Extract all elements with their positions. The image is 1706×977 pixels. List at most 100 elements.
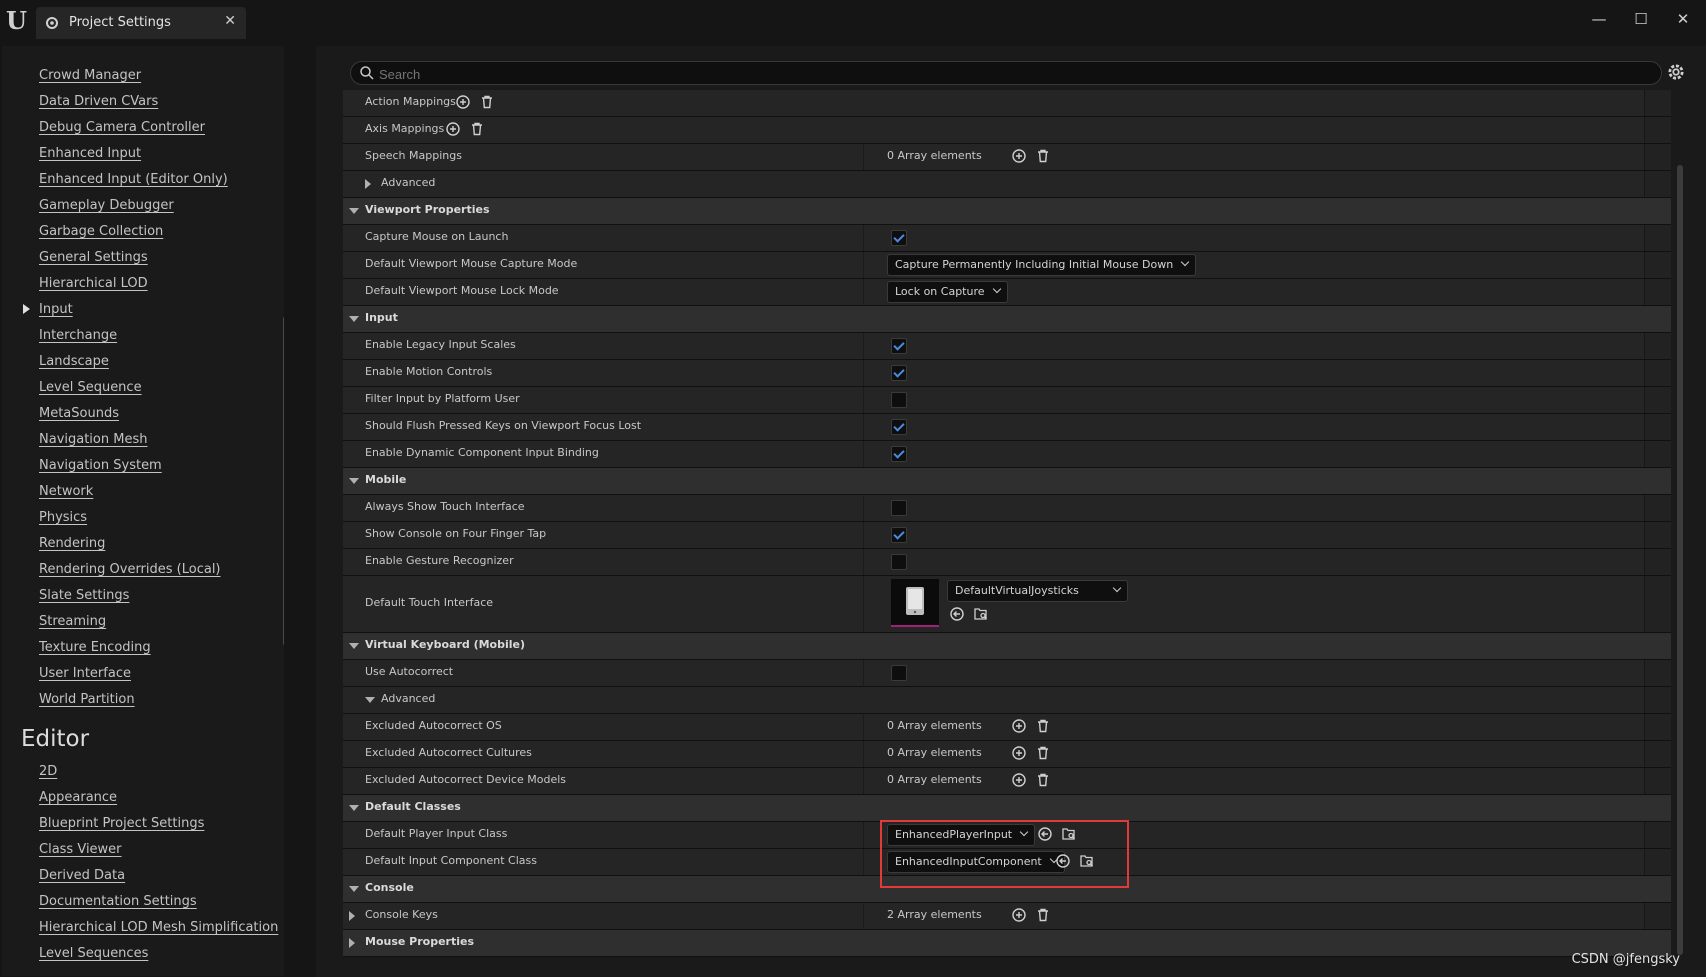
category-virtual-keyboard[interactable]: Virtual Keyboard (Mobile) (343, 633, 1671, 660)
sidebar-item-appearance[interactable]: Appearance (39, 790, 117, 805)
column-divider[interactable] (863, 144, 864, 170)
minimize-icon[interactable]: — (1584, 10, 1614, 32)
browse-class-icon[interactable] (1079, 853, 1095, 869)
tab-project-settings[interactable]: Project Settings ✕ (36, 7, 246, 39)
column-divider[interactable] (863, 741, 864, 767)
maximize-icon[interactable]: ☐ (1626, 10, 1656, 32)
sidebar-item-level-sequence[interactable]: Level Sequence (39, 380, 142, 395)
input-component-class-dropdown[interactable]: EnhancedInputComponent (887, 851, 1065, 873)
add-icon[interactable] (445, 121, 461, 137)
details-scrollbar[interactable] (1677, 165, 1683, 955)
sidebar-item-rendering-overrides-local[interactable]: Rendering Overrides (Local) (39, 562, 221, 577)
sidebar-item-slate-settings[interactable]: Slate Settings (39, 588, 129, 603)
gear-icon[interactable] (1665, 61, 1687, 83)
sidebar-item-class-viewer[interactable]: Class Viewer (39, 842, 122, 857)
column-divider[interactable] (863, 333, 864, 359)
sidebar-item-network[interactable]: Network (39, 484, 93, 499)
sidebar-item-world-partition[interactable]: World Partition (39, 692, 135, 707)
search-input[interactable] (377, 62, 1651, 86)
column-divider[interactable] (863, 576, 864, 632)
sidebar-item-gameplay-debugger[interactable]: Gameplay Debugger (39, 198, 174, 213)
column-divider[interactable] (863, 903, 864, 929)
sidebar-item-crowd-manager[interactable]: Crowd Manager (39, 68, 141, 83)
add-icon[interactable] (1011, 718, 1027, 734)
checkbox[interactable] (891, 527, 907, 543)
sidebar-item-data-driven-cvars[interactable]: Data Driven CVars (39, 94, 158, 109)
lock-mode-dropdown[interactable]: Lock on Capture (887, 281, 1008, 303)
expand-arrow-icon[interactable] (365, 179, 371, 189)
use-selected-asset-icon[interactable] (949, 606, 965, 622)
close-window-icon[interactable]: ✕ (1668, 10, 1698, 32)
sidebar-item-level-sequences[interactable]: Level Sequences (39, 946, 148, 961)
add-icon[interactable] (1011, 907, 1027, 923)
sidebar-item-metasounds[interactable]: MetaSounds (39, 406, 119, 421)
search-box[interactable] (350, 61, 1662, 86)
column-divider[interactable] (863, 441, 864, 467)
sidebar-item-2d[interactable]: 2D (39, 764, 57, 779)
category-default-classes[interactable]: Default Classes (343, 795, 1671, 822)
capture-mode-dropdown[interactable]: Capture Permanently Including Initial Mo… (887, 254, 1197, 276)
collapse-arrow-icon[interactable] (349, 886, 359, 892)
sidebar-item-enhanced-input-editor-only[interactable]: Enhanced Input (Editor Only) (39, 172, 228, 187)
add-icon[interactable] (1011, 745, 1027, 761)
sidebar-item-hierarchical-lod[interactable]: Hierarchical LOD (39, 276, 148, 291)
column-divider[interactable] (863, 660, 864, 686)
sidebar-item-blueprint-project-settings[interactable]: Blueprint Project Settings (39, 816, 204, 831)
sidebar-item-landscape[interactable]: Landscape (39, 354, 109, 369)
sidebar-item-physics[interactable]: Physics (39, 510, 87, 525)
checkbox[interactable] (891, 338, 907, 354)
touch-interface-dropdown[interactable]: DefaultVirtualJoysticks (947, 580, 1128, 602)
column-divider[interactable] (863, 279, 864, 305)
row-advanced-input[interactable]: Advanced (343, 171, 1671, 198)
sidebar-item-user-interface[interactable]: User Interface (39, 666, 131, 681)
trash-icon[interactable] (479, 94, 495, 110)
column-divider[interactable] (863, 849, 864, 875)
sidebar-item-navigation-system[interactable]: Navigation System (39, 458, 162, 473)
expand-arrow-icon[interactable] (349, 911, 355, 921)
add-icon[interactable] (1011, 772, 1027, 788)
category-input[interactable]: Input (343, 306, 1671, 333)
column-divider[interactable] (863, 252, 864, 278)
checkbox[interactable] (891, 392, 907, 408)
trash-icon[interactable] (1035, 772, 1051, 788)
trash-icon[interactable] (1035, 718, 1051, 734)
sidebar-item-enhanced-input[interactable]: Enhanced Input (39, 146, 141, 161)
category-mouse-properties[interactable]: Mouse Properties (343, 930, 1671, 957)
browse-class-icon[interactable] (1061, 826, 1077, 842)
row-advanced-keyboard[interactable]: Advanced (343, 687, 1671, 714)
category-console[interactable]: Console (343, 876, 1671, 903)
sidebar-item-streaming[interactable]: Streaming (39, 614, 106, 629)
sidebar-item-navigation-mesh[interactable]: Navigation Mesh (39, 432, 147, 447)
add-icon[interactable] (455, 94, 471, 110)
sidebar-scrollbar[interactable] (283, 316, 284, 646)
collapse-arrow-icon[interactable] (349, 643, 359, 649)
column-divider[interactable] (863, 768, 864, 794)
sidebar-item-general-settings[interactable]: General Settings (39, 250, 148, 265)
category-viewport-properties[interactable]: Viewport Properties (343, 198, 1671, 225)
player-input-class-dropdown[interactable]: EnhancedPlayerInput (887, 824, 1036, 846)
column-divider[interactable] (863, 522, 864, 548)
checkbox[interactable] (891, 419, 907, 435)
column-divider[interactable] (863, 822, 864, 848)
sidebar-item-rendering[interactable]: Rendering (39, 536, 105, 551)
sidebar-item-hierarchical-lod-mesh-simplification[interactable]: Hierarchical LOD Mesh Simplification (39, 920, 278, 935)
checkbox[interactable] (891, 665, 907, 681)
column-divider[interactable] (863, 495, 864, 521)
checkbox[interactable] (891, 500, 907, 516)
use-selected-class-icon[interactable] (1037, 826, 1053, 842)
expand-arrow-icon[interactable] (349, 938, 355, 948)
collapse-arrow-icon[interactable] (349, 316, 359, 322)
column-divider[interactable] (863, 387, 864, 413)
sidebar-item-garbage-collection[interactable]: Garbage Collection (39, 224, 163, 239)
sidebar-item-input[interactable]: Input (39, 302, 73, 317)
sidebar-item-derived-data[interactable]: Derived Data (39, 868, 125, 883)
collapse-arrow-icon[interactable] (349, 208, 359, 214)
column-divider[interactable] (863, 225, 864, 251)
trash-icon[interactable] (1035, 148, 1051, 164)
sidebar-item-debug-camera-controller[interactable]: Debug Camera Controller (39, 120, 205, 135)
sidebar-item-interchange[interactable]: Interchange (39, 328, 117, 343)
collapse-arrow-icon[interactable] (349, 478, 359, 484)
trash-icon[interactable] (1035, 745, 1051, 761)
category-mobile[interactable]: Mobile (343, 468, 1671, 495)
sidebar-item-documentation-settings[interactable]: Documentation Settings (39, 894, 197, 909)
